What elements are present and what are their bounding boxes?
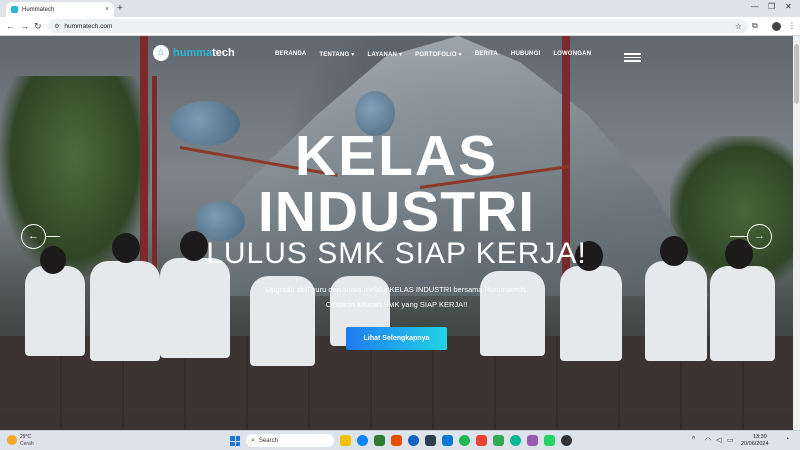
spotify-icon[interactable] xyxy=(459,435,470,446)
app-icon[interactable] xyxy=(544,435,555,446)
home-logo-icon: ⌂ xyxy=(153,45,169,61)
next-slide-button[interactable]: → xyxy=(747,224,772,249)
student-figure xyxy=(645,261,707,361)
close-window-button[interactable]: ✕ xyxy=(785,2,792,11)
weather-sun-icon[interactable] xyxy=(7,435,17,445)
github-icon[interactable] xyxy=(476,435,487,446)
start-menu-icon[interactable] xyxy=(230,436,240,446)
nav-berita[interactable]: BERITA xyxy=(475,51,498,58)
hero-section: ⌂ humma tech BERANDA TENTANG ▾ LAYANAN ▾… xyxy=(0,36,793,430)
page-scrollbar[interactable] xyxy=(793,36,800,430)
hero-description: Upgrade skill guru dan siswa melalui KEL… xyxy=(265,285,528,294)
clock-date[interactable]: 20/06/2024 xyxy=(741,441,769,447)
site-logo[interactable]: ⌂ humma tech xyxy=(153,45,235,61)
edge-icon[interactable] xyxy=(374,435,385,446)
tab-title: Hummatech xyxy=(22,6,55,13)
nav-beranda[interactable]: BERANDA xyxy=(275,51,306,58)
hamburger-menu-icon[interactable] xyxy=(624,53,641,64)
nav-tentang[interactable]: TENTANG ▾ xyxy=(319,51,354,58)
scrollbar-thumb[interactable] xyxy=(794,44,799,104)
volume-icon[interactable]: ◁ xyxy=(716,436,721,444)
hummatech-favicon-icon xyxy=(11,6,18,13)
browser-menu-icon[interactable]: ⋮ xyxy=(788,21,796,30)
main-nav: BERANDA TENTANG ▾ LAYANAN ▾ PORTOFOLIO ▾… xyxy=(275,51,604,58)
maximize-button[interactable]: ❐ xyxy=(768,2,775,11)
student-figure xyxy=(90,261,160,361)
wifi-icon[interactable]: ◠ xyxy=(705,436,711,444)
prev-slide-button[interactable]: ← xyxy=(21,224,46,249)
minimize-button[interactable]: — xyxy=(751,2,759,11)
logo-text: humma xyxy=(173,47,213,59)
new-tab-button[interactable]: + xyxy=(117,3,123,15)
forward-button[interactable]: → xyxy=(20,20,29,32)
prev-slide-line xyxy=(46,236,60,237)
whatsapp-icon[interactable] xyxy=(493,435,504,446)
address-bar[interactable]: ⚙ hummatech.com ☆ xyxy=(48,19,748,33)
search-icon: ⌕ xyxy=(251,436,255,444)
reload-button[interactable]: ↻ xyxy=(34,20,42,32)
teams-icon[interactable] xyxy=(510,435,521,446)
file-explorer-icon[interactable] xyxy=(340,435,351,446)
battery-icon[interactable]: ▭ xyxy=(727,436,734,444)
tray-chevron-icon[interactable]: ^ xyxy=(692,436,695,443)
taskbar-search[interactable]: ⌕ Search xyxy=(246,434,334,447)
hero-subtitle: LULUS SMK SIAP KERJA! xyxy=(206,237,587,270)
notification-bell-icon[interactable]: ◔ xyxy=(785,436,789,443)
weather-condition[interactable]: Cerah xyxy=(20,441,34,447)
next-slide-line xyxy=(730,236,747,237)
student-figure xyxy=(25,266,85,356)
url-text[interactable]: hummatech.com xyxy=(64,23,734,30)
browser-toolbar: ← → ↻ ⚙ hummatech.com ☆ ⧉ ⋮ xyxy=(0,17,800,36)
student-figure xyxy=(710,266,775,361)
extensions-icon[interactable]: ⧉ xyxy=(752,21,758,31)
taskbar: 29°C Cerah ⌕ Search ^ ◠ ◁ ▭ 13:30 20/06/… xyxy=(0,430,800,450)
hero-title-line1: KELAS xyxy=(294,124,499,188)
see-more-button[interactable]: Lihat Selengkapnya xyxy=(346,327,447,350)
nav-portofolio[interactable]: PORTOFOLIO ▾ xyxy=(415,51,462,58)
weather-temperature[interactable]: 29°C xyxy=(20,434,31,440)
tab-strip: Hummatech × + — ❐ ✕ xyxy=(0,0,800,17)
search-placeholder: Search xyxy=(258,437,278,444)
terminal-icon[interactable] xyxy=(561,435,572,446)
nav-hubungi[interactable]: HUBUNGI xyxy=(511,51,540,58)
profile-avatar[interactable] xyxy=(772,22,781,31)
tab-hummatech[interactable]: Hummatech × xyxy=(6,2,114,17)
bookmark-star-icon[interactable]: ☆ xyxy=(735,22,742,31)
hero-title-line2: INDUSTRI xyxy=(257,180,536,244)
nav-lowongan[interactable]: LOWONGAN xyxy=(553,51,591,58)
site-info-icon[interactable]: ⚙ xyxy=(54,23,59,30)
postman-icon[interactable] xyxy=(527,435,538,446)
logo-text: tech xyxy=(212,47,235,59)
clock-time[interactable]: 13:30 xyxy=(753,434,767,440)
back-button[interactable]: ← xyxy=(6,20,15,32)
word-icon[interactable] xyxy=(425,435,436,446)
student-figure xyxy=(480,271,545,356)
nav-layanan[interactable]: LAYANAN ▾ xyxy=(367,51,402,58)
hero-description: Ciptakan lulusan SMK yang SIAP KERJA!! xyxy=(325,300,468,309)
firefox-icon[interactable] xyxy=(408,435,419,446)
chrome-icon[interactable] xyxy=(391,435,402,446)
close-tab-icon[interactable]: × xyxy=(105,6,109,13)
task-view-icon[interactable] xyxy=(357,435,368,446)
vscode-icon[interactable] xyxy=(442,435,453,446)
student-figure xyxy=(560,266,622,361)
